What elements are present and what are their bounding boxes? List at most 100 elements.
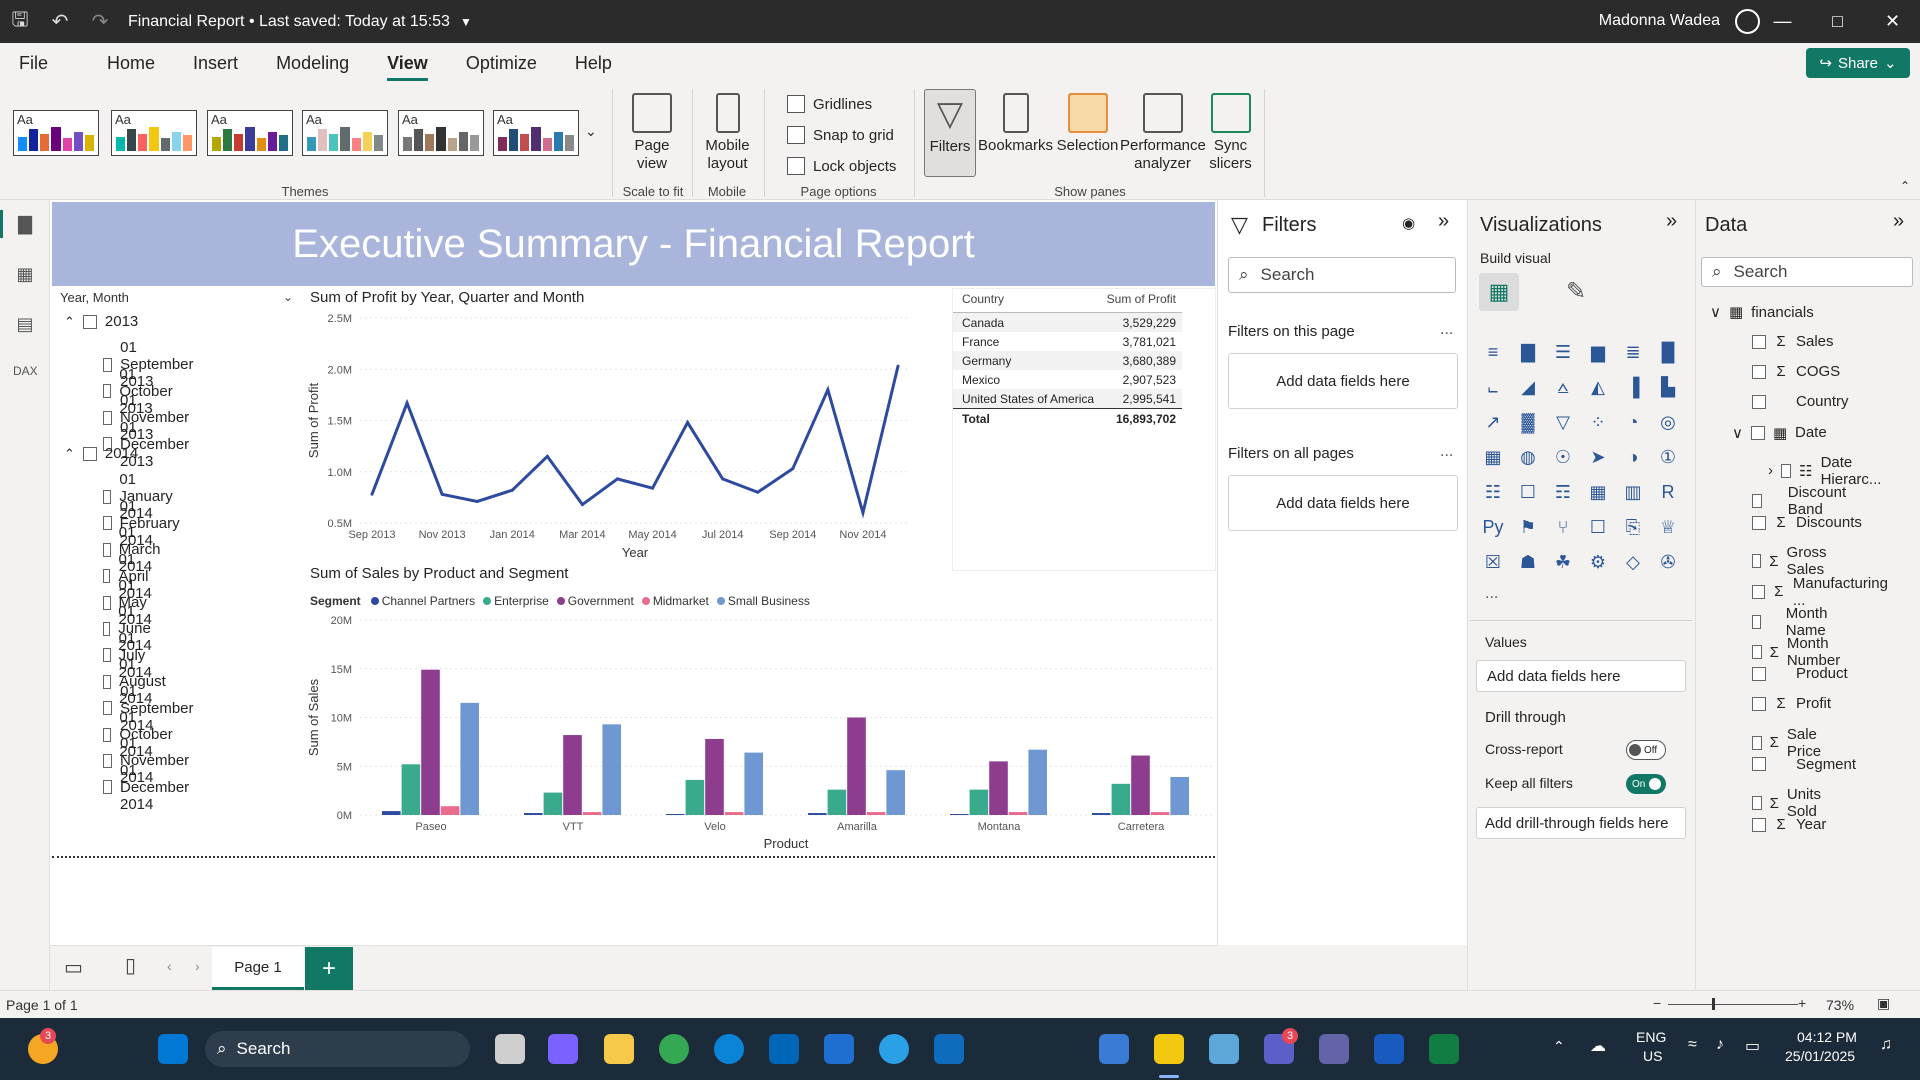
theme-swatch-6[interactable]: Aa [493,110,579,156]
slicer-year-item[interactable]: ⌃ 2014 [64,445,138,462]
more-visuals-icon[interactable]: ... [1485,585,1498,603]
visual-type-icon[interactable]: ⨽ [1480,375,1506,399]
theme-swatch-4[interactable]: Aa [302,110,388,156]
visual-type-icon[interactable]: ◭ [1585,375,1611,399]
legend-item[interactable]: Government [556,594,634,608]
theme-swatch-5[interactable]: Aa [398,110,484,156]
data-field-item[interactable]: Discount Band [1752,484,1854,518]
filters-search-input[interactable]: ⌕ Search [1228,257,1456,293]
more-options-icon[interactable]: ... [1440,443,1453,461]
collapse-filters-icon[interactable]: » [1438,210,1449,233]
data-field-item[interactable]: Σ Units Sold [1752,786,1830,820]
visual-type-icon[interactable]: ▦ [1585,480,1611,504]
profit-line-chart[interactable]: 0.5M1.0M1.5M2.0M2.5MSep 2013 Nov 2013 Jan … [300,305,920,565]
language-label[interactable]: ENG [1636,1029,1666,1045]
table-row[interactable]: Germany 3,680,389 [952,351,1182,370]
visual-type-icon[interactable]: ✇ [1655,550,1681,574]
visual-type-icon[interactable]: ◢ [1515,375,1541,399]
keep-all-filters-toggle[interactable]: On [1626,774,1666,794]
table-node-financials[interactable]: ∨ ▦ financials [1710,303,1814,322]
dax-query-icon[interactable]: DAX [13,364,38,386]
visual-type-icon[interactable]: ☐ [1585,515,1611,539]
legend-item[interactable]: Enterprise [483,594,549,608]
data-field-item[interactable]: Σ Month Number [1752,635,1849,669]
visual-type-icon[interactable]: ⩟ [1550,375,1576,399]
model-view-icon[interactable]: ▤ [13,314,37,336]
visual-type-icon[interactable]: ① [1655,445,1681,469]
copilot-icon[interactable] [548,1034,578,1064]
data-field-item[interactable]: Σ Sales [1752,333,1834,350]
collapse-visualizations-icon[interactable]: » [1666,210,1677,233]
store-icon[interactable] [769,1034,799,1064]
cross-report-toggle[interactable]: Off [1626,740,1666,760]
checkbox-icon[interactable] [1752,364,1766,379]
hp-icon[interactable] [824,1034,854,1064]
menu-insert[interactable]: Insert [174,43,257,83]
visual-type-icon[interactable]: ☒ [1480,550,1506,574]
year-month-slicer[interactable]: Year, Month [60,290,300,305]
data-field-item[interactable]: › ☷ Date Hierarc... [1768,454,1886,488]
theme-swatch-1[interactable]: Aa [13,110,99,156]
collapse-ribbon-icon[interactable]: ⌃ [1900,179,1910,193]
checkbox-icon[interactable] [1752,554,1762,569]
country-profit-table[interactable]: Country Sum of Profit Canada 3,529,229 Fra… [952,288,1182,427]
data-field-item[interactable]: Country [1752,393,1849,410]
slicer-year-item[interactable]: ⌃ 2013 [64,313,138,330]
menu-file[interactable]: File [0,43,67,83]
region-label[interactable]: US [1643,1048,1662,1064]
excel-icon[interactable] [1429,1034,1459,1064]
clock-time[interactable]: 04:12 PM [1797,1029,1857,1045]
visual-type-icon[interactable]: ▽ [1550,410,1576,434]
slicer-chevron-down-icon[interactable]: ⌄ [283,290,293,304]
close-button[interactable]: ✕ [1865,0,1920,43]
zoom-in-icon[interactable]: + [1798,995,1806,1011]
visual-type-icon[interactable]: ➤ [1585,445,1611,469]
visual-type-icon[interactable]: ◔ [1620,410,1646,434]
visual-type-icon[interactable]: ▆ [1585,340,1611,364]
chrome-icon[interactable] [659,1034,689,1064]
app-icon[interactable] [1099,1034,1129,1064]
next-page-icon[interactable]: › [195,958,200,974]
data-field-item[interactable]: Σ Manufacturing ... [1752,575,1891,609]
data-field-item[interactable]: Σ Discounts [1752,514,1862,531]
visual-type-icon[interactable]: ▐ [1620,375,1646,399]
snap-to-grid-checkbox[interactable]: Snap to grid [787,126,894,144]
checkbox-icon[interactable] [1752,735,1762,750]
start-icon[interactable] [158,1034,188,1064]
power-bi-icon[interactable] [1154,1034,1184,1064]
visual-type-icon[interactable]: ▙ [1655,375,1681,399]
mobile-layout-button[interactable]: Mobile layout [700,93,755,173]
battery-icon[interactable]: ▭ [1745,1036,1760,1056]
menu-help[interactable]: Help [556,43,631,83]
visual-type-icon[interactable]: ☷ [1480,480,1506,504]
zoom-slider[interactable] [1668,1004,1798,1005]
visual-type-icon[interactable]: ☐ [1515,480,1541,504]
tray-chevron-icon[interactable]: ⌃ [1553,1038,1565,1055]
task-view-icon[interactable] [495,1034,525,1064]
checkbox-icon[interactable] [1781,463,1792,478]
add-page-button[interactable]: + [305,947,353,990]
legend-item[interactable]: Small Business [716,594,810,608]
collapse-data-icon[interactable]: » [1893,210,1904,233]
save-icon[interactable]: 🖫 [0,0,40,43]
data-field-item[interactable]: Segment [1752,756,1856,773]
data-field-item[interactable]: Σ Gross Sales [1752,544,1836,578]
visual-type-icon[interactable]: ▦ [1480,445,1506,469]
visual-type-icon[interactable]: ☶ [1550,480,1576,504]
visual-type-icon[interactable]: ⎘ [1620,515,1646,539]
checkbox-icon[interactable] [1752,817,1766,832]
fit-to-page-icon[interactable]: ▣ [1877,995,1890,1012]
slicer-month-item[interactable]: 01 December 2014 [103,762,194,813]
app-icon[interactable] [879,1034,909,1064]
checkbox-icon[interactable] [1752,494,1763,508]
mobile-view-icon[interactable]: ▯ [125,953,136,978]
visual-type-icon[interactable]: ♕ [1655,515,1681,539]
checkbox-icon[interactable] [82,446,97,461]
file-explorer-icon[interactable] [604,1034,634,1064]
drill-through-drop-zone[interactable]: Add drill-through fields here [1476,807,1686,839]
table-row[interactable]: France 3,781,021 [952,332,1182,351]
visual-type-icon[interactable]: █ [1655,340,1681,364]
page-view-button[interactable]: Page view [622,93,682,173]
visual-type-icon[interactable]: Py [1480,515,1506,539]
visual-type-icon[interactable]: ☗ [1515,550,1541,574]
